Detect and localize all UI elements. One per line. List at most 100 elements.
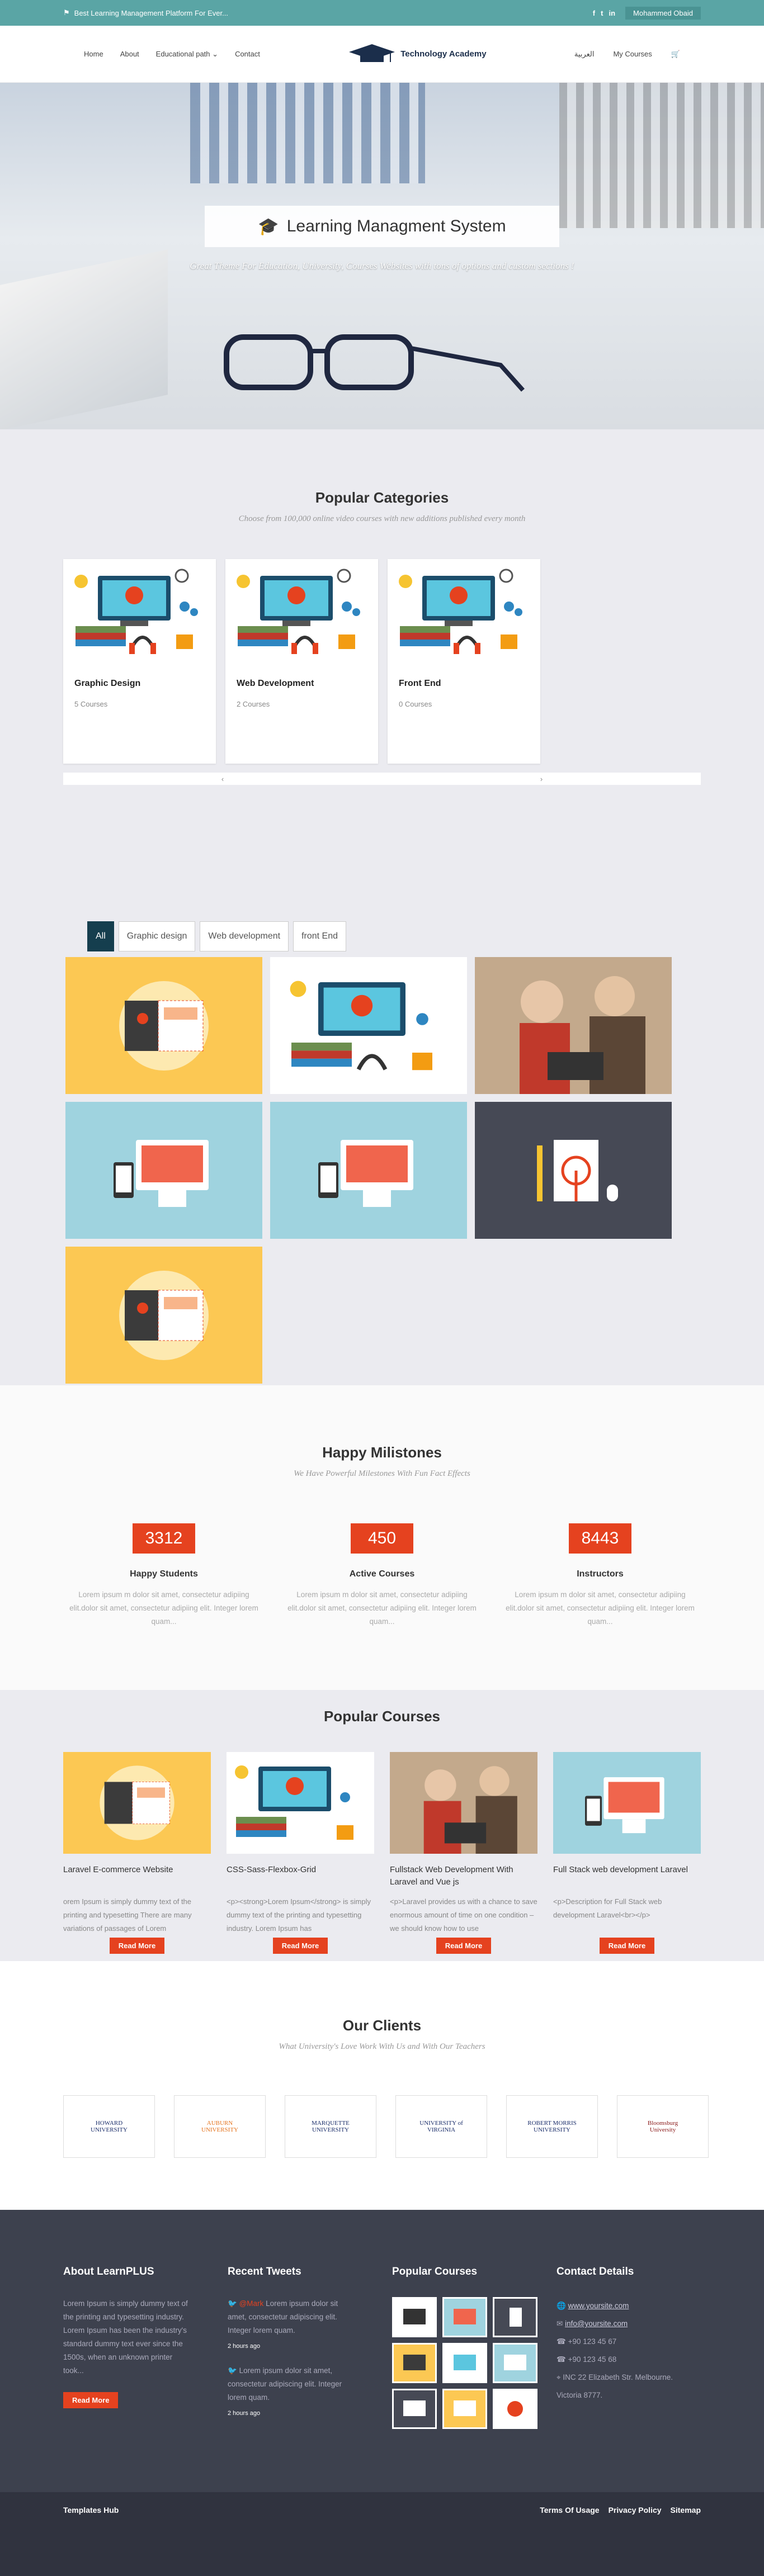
hero-laptop bbox=[0, 249, 168, 429]
twitter-icon[interactable]: t bbox=[601, 9, 603, 17]
client-logo-robert-morris[interactable]: ROBERT MORRIS UNIVERSITY bbox=[506, 2095, 598, 2158]
read-more-button[interactable]: Read More bbox=[436, 1938, 492, 1954]
milestones-title: Happy Milistones bbox=[322, 1444, 442, 1461]
course-title[interactable]: Full Stack web development Laravel bbox=[553, 1864, 701, 1888]
read-more-button[interactable]: Read More bbox=[109, 1938, 165, 1954]
category-card[interactable]: Web Development 2 Courses bbox=[225, 559, 378, 764]
nav-about[interactable]: About bbox=[120, 50, 139, 59]
main-navbar: Home About Educational path ⌄ Contact Te… bbox=[0, 26, 764, 83]
course-thumbnail[interactable] bbox=[493, 2297, 537, 2337]
filter-front-end[interactable]: front End bbox=[293, 921, 347, 951]
clients-subtitle: What University's Love Work With Us and … bbox=[279, 2042, 485, 2051]
contact-phone: ☎ +90 123 45 67 bbox=[557, 2337, 617, 2346]
course-image[interactable] bbox=[390, 1752, 537, 1854]
course-title[interactable]: Laravel E-commerce Website bbox=[63, 1864, 211, 1888]
tweet-handle[interactable]: @Mark bbox=[239, 2299, 264, 2308]
gallery-tile[interactable] bbox=[65, 957, 262, 1094]
popular-courses-section: Popular Courses Laravel E-commerce Websi… bbox=[0, 1690, 764, 1961]
phone-icon: ☎ bbox=[557, 2355, 566, 2364]
milestone-label: Happy Students bbox=[130, 1569, 198, 1579]
carousel-prev-button[interactable]: ‹ bbox=[221, 775, 224, 783]
milestone-value: 450 bbox=[351, 1523, 413, 1554]
twitter-icon: 🐦 bbox=[228, 2299, 237, 2308]
course-image[interactable] bbox=[553, 1752, 701, 1854]
site-logo[interactable]: Technology Academy bbox=[348, 43, 487, 65]
client-logo-bloomsburg[interactable]: Bloomsburg University bbox=[617, 2095, 709, 2158]
client-logo-virginia[interactable]: UNIVERSITY of VIRGINIA bbox=[395, 2095, 487, 2158]
read-more-button[interactable]: Read More bbox=[272, 1938, 328, 1954]
linkedin-icon[interactable]: in bbox=[609, 9, 615, 17]
category-name[interactable]: Graphic Design bbox=[74, 679, 216, 689]
gallery-tile[interactable] bbox=[270, 957, 467, 1094]
clients-title: Our Clients bbox=[342, 2017, 422, 2034]
footer-contact: Contact Details 🌐 www.yoursite.com ✉ inf… bbox=[557, 2266, 685, 2492]
sitemap-link[interactable]: Sitemap bbox=[671, 2506, 701, 2515]
client-logo-marquette[interactable]: MARQUETTE UNIVERSITY bbox=[285, 2095, 376, 2158]
footer-read-more-button[interactable]: Read More bbox=[63, 2392, 119, 2408]
filter-graphic-design[interactable]: Graphic design bbox=[118, 921, 196, 951]
client-logo-auburn[interactable]: AUBURN UNIVERSITY bbox=[174, 2095, 266, 2158]
course-title[interactable]: Fullstack Web Development With Laravel a… bbox=[390, 1864, 537, 1888]
brand-name: Templates Hub bbox=[63, 2506, 119, 2515]
course-desc: orem Ipsum is simply dummy text of the p… bbox=[63, 1897, 192, 1933]
map-marker-icon: ⌖ bbox=[557, 2373, 561, 2381]
course-thumbnail[interactable] bbox=[493, 2343, 537, 2383]
flag-icon: ⚑ bbox=[63, 8, 70, 17]
milestone-desc: Lorem ipsum m dolor sit amet, consectetu… bbox=[506, 1590, 695, 1626]
language-switch[interactable]: العربية bbox=[574, 50, 595, 59]
milestone-item: 8443 Instructors Lorem ipsum m dolor sit… bbox=[501, 1523, 700, 1628]
milestone-label: Active Courses bbox=[349, 1569, 415, 1579]
category-card[interactable]: Front End 0 Courses bbox=[388, 559, 540, 764]
milestone-value: 3312 bbox=[133, 1523, 195, 1554]
course-title[interactable]: CSS-Sass-Flexbox-Grid bbox=[227, 1864, 374, 1888]
course-card[interactable]: Laravel E-commerce Website orem Ipsum is… bbox=[63, 1752, 211, 1954]
course-thumbnail[interactable] bbox=[442, 2297, 487, 2337]
course-image[interactable] bbox=[227, 1752, 374, 1854]
contact-website[interactable]: 🌐 www.yoursite.com bbox=[557, 2297, 685, 2315]
nav-educational-path[interactable]: Educational path ⌄ bbox=[156, 50, 218, 59]
course-thumbnail[interactable] bbox=[392, 2389, 437, 2429]
facebook-icon[interactable]: f bbox=[593, 9, 595, 17]
course-image[interactable] bbox=[63, 1752, 211, 1854]
course-thumbnail[interactable] bbox=[392, 2297, 437, 2337]
course-card[interactable]: Fullstack Web Development With Laravel a… bbox=[390, 1752, 537, 1954]
carousel-next-button[interactable]: › bbox=[540, 775, 543, 783]
course-thumbnail[interactable] bbox=[392, 2343, 437, 2383]
filter-web-development[interactable]: Web development bbox=[200, 921, 289, 951]
category-name[interactable]: Front End bbox=[399, 679, 540, 689]
course-thumbnail[interactable] bbox=[442, 2389, 487, 2429]
globe-icon: 🌐 bbox=[557, 2302, 566, 2310]
privacy-link[interactable]: Privacy Policy bbox=[609, 2506, 662, 2515]
category-card[interactable]: Graphic Design 5 Courses bbox=[63, 559, 216, 764]
filter-all[interactable]: All bbox=[87, 921, 114, 951]
cart-icon[interactable]: 🛒 bbox=[671, 50, 680, 59]
tweet-item: 🐦 @Mark Lorem ipsum dolor sit amet, cons… bbox=[228, 2297, 356, 2353]
gallery-tile[interactable] bbox=[475, 1102, 672, 1239]
user-menu[interactable]: Mohammed Obaid bbox=[625, 6, 701, 20]
course-card[interactable]: CSS-Sass-Flexbox-Grid <p><strong>Lorem I… bbox=[227, 1752, 374, 1954]
course-gallery-section: All Graphic design Web development front… bbox=[0, 832, 764, 1385]
contact-email[interactable]: ✉ info@yoursite.com bbox=[557, 2315, 685, 2333]
gallery-filters: All Graphic design Web development front… bbox=[87, 921, 764, 951]
category-count: 0 Courses bbox=[399, 700, 432, 708]
read-more-button[interactable]: Read More bbox=[599, 1938, 655, 1954]
category-name[interactable]: Web Development bbox=[237, 679, 378, 689]
milestone-desc: Lorem ipsum m dolor sit amet, consectetu… bbox=[287, 1590, 477, 1626]
twitter-icon: 🐦 bbox=[228, 2366, 237, 2375]
nav-my-courses[interactable]: My Courses bbox=[613, 50, 652, 58]
course-card[interactable]: Full Stack web development Laravel <p>De… bbox=[553, 1752, 701, 1954]
carousel-nav: ‹ › bbox=[63, 773, 701, 785]
footer-courses-title: Popular Courses bbox=[392, 2266, 478, 2277]
gallery-tile-students-photo[interactable] bbox=[475, 957, 672, 1094]
nav-contact[interactable]: Contact bbox=[235, 50, 260, 59]
terms-link[interactable]: Terms Of Usage bbox=[540, 2506, 599, 2515]
hero-background-sleeve bbox=[559, 83, 764, 228]
gallery-tile[interactable] bbox=[270, 1102, 467, 1239]
gallery-tile[interactable] bbox=[65, 1247, 262, 1384]
gallery-tile[interactable] bbox=[65, 1102, 262, 1239]
course-thumbnail[interactable] bbox=[493, 2389, 537, 2429]
footer-about-title: About LearnPLUS bbox=[63, 2266, 154, 2277]
nav-home[interactable]: Home bbox=[84, 50, 103, 59]
client-logo-howard[interactable]: HOWARD UNIVERSITY bbox=[63, 2095, 155, 2158]
course-thumbnail[interactable] bbox=[442, 2343, 487, 2383]
